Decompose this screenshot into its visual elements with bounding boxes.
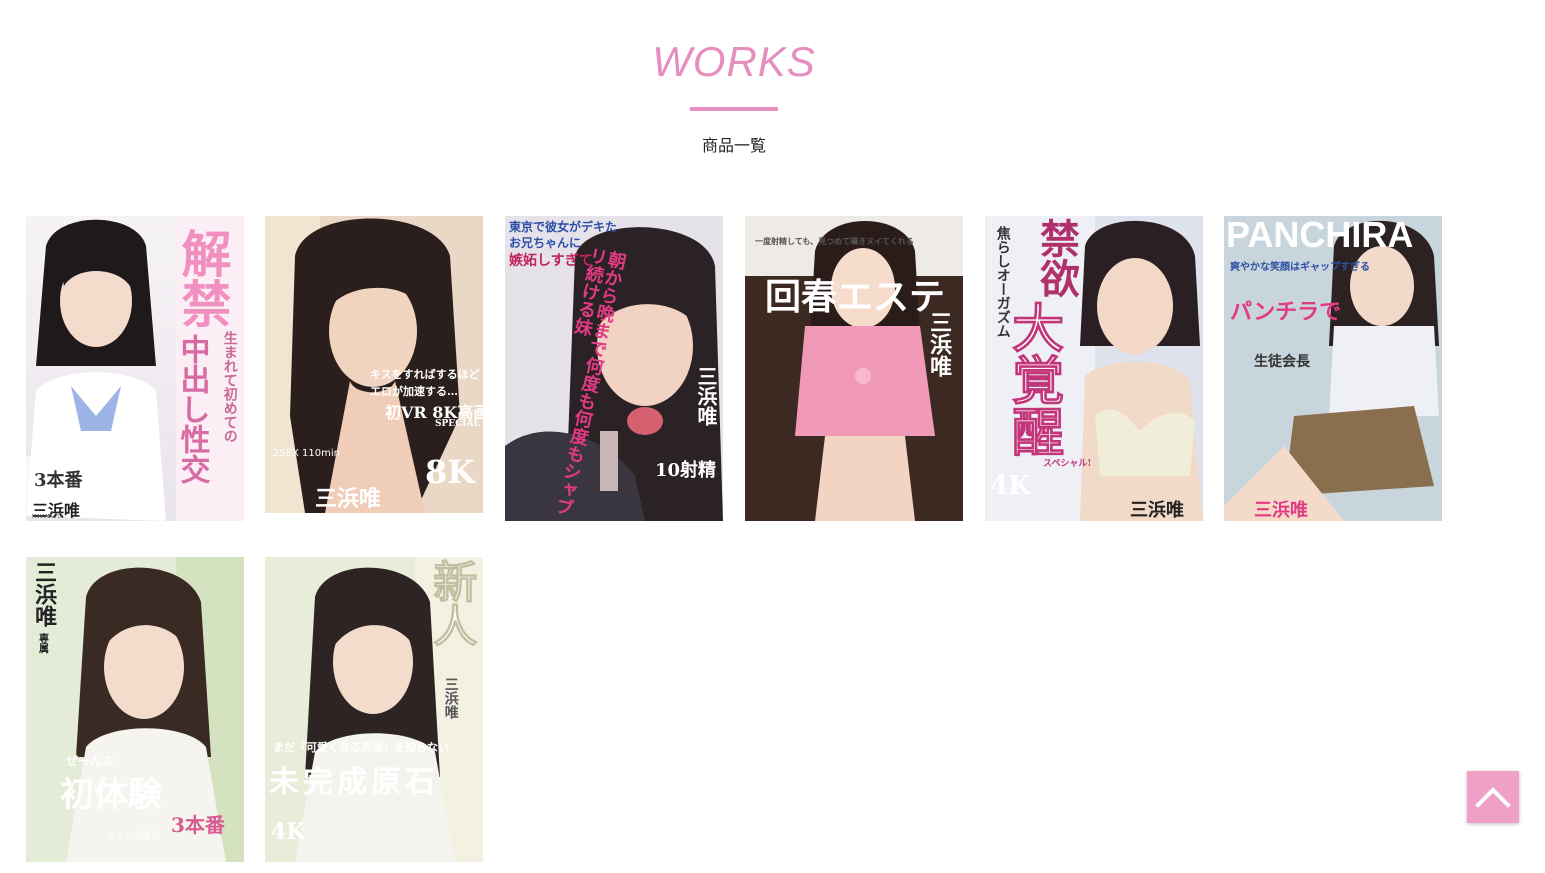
works-subtitle: 商品一覧 [701,136,766,155]
cover-sub-text: まだ『可愛くなる方法』を知らない [273,741,449,754]
cover-main2-text: 大覚醒 [1002,301,1064,458]
cover-badge: 3本番 [34,470,83,491]
cover-extra: セックス開発 [106,832,160,842]
back-to-top-button[interactable] [1467,771,1519,823]
cover-tag: 専属 [36,633,48,653]
cover-sub-text: 生まれて初めての [221,331,238,443]
cover-actress-name: 三浜唯 [1254,500,1308,521]
work-cover-4[interactable]: 一度射精しても、見つめて囁きヌイてくれる 回春エステ 三浜唯 [745,216,963,521]
work-cover-5[interactable]: 禁欲 大覚醒 焦らしオーガズム スペシャル! 4K 三浜唯 [985,216,1203,521]
cover-head1: 東京で彼女がデキた [509,220,618,234]
cover-main-text: 解禁 [173,228,233,328]
cover-actress-name: 三浜唯 [694,366,718,426]
work-cover-8[interactable]: 新人 三浜唯 まだ『可愛くなる方法』を知らない 未完成原石 4K [265,557,483,862]
cover-main-text: 初体験 [60,775,162,815]
title-underline [690,107,778,111]
cover-badge: 4K [271,819,306,845]
cover-sub2-text: 生徒会長 [1254,354,1310,370]
cover-actress-name: 三浜唯 [926,311,953,377]
cover-romaji: MIHAMA YUI [32,514,63,520]
cover-main-text: 新人 [425,559,477,648]
cover-sub-text: 焦らしオーガズム [994,226,1011,338]
cover-head: PANCHIRA [1226,216,1414,255]
cover-main-text: 禁欲 [1033,218,1080,298]
cover-head: 一度射精しても、見つめて囁きヌイてくれる [755,236,914,246]
cover-actress-name: 三浜唯 [1130,500,1184,521]
cover-special: スペシャル! [1043,459,1092,469]
work-cover-7[interactable]: 三浜唯 専属 ぜーんぶ 初体験 セックス開発 3本番 [26,557,244,862]
cover-extra: 2SEX 110min [273,448,341,459]
cover-special: SPECIAL [435,419,480,429]
cover-badge: 8K [425,453,476,491]
cover-sub-text: キスをすればするほど [370,368,480,381]
cover-main-text: パンチラで [1230,299,1342,325]
cover-badge: 3本番 [171,813,225,837]
cover-sub2-text: 中出し性交 [174,334,210,484]
cover-main-text: 回春エステ [765,276,946,318]
cover-actress-name: 三浜唯 [31,561,58,627]
chevron-up-icon [1475,787,1511,808]
works-title: WORKS [652,38,816,85]
cover-actress-name: 三浜唯 [442,677,459,719]
cover-badge: 10射精 [655,460,717,481]
work-cover-6[interactable]: PANCHIRA 爽やかな笑顔はギャップすぎる パンチラで 生徒会長 三浜唯 [1224,216,1442,521]
cover-main2-text: 未完成原石 [269,765,439,800]
work-cover-3[interactable]: 東京で彼女がデキた お兄ちゃんに 嫉妬しすぎて 朝から晩まで何度も何度もシャブリ… [505,216,723,521]
cover-sub2-text: エロが加速する… [370,385,458,398]
cover-badge: 4K [990,471,1031,501]
cover-sub-text: 爽やかな笑顔はギャップすぎる [1230,262,1370,273]
cover-head2: お兄ちゃんに [509,236,582,250]
work-cover-2[interactable]: キスをすればするほど エロが加速する… 初VR 8K高画質 SPECIAL 2S… [265,216,483,513]
work-cover-1[interactable]: 解禁 生まれて初めての 中出し性交 3本番 三浜唯 MIHAMA YUI [26,216,244,521]
cover-head3: 嫉妬しすぎて [509,253,593,269]
cover-actress-name: 三浜唯 [315,486,382,512]
